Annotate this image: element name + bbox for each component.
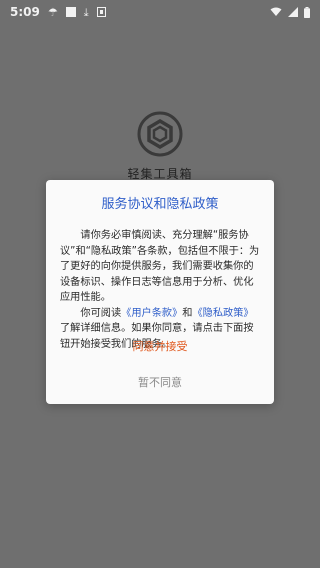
privacy-dialog: 服务协议和隐私政策 请你务必审慎阅读、充分理解“服务协议”和“隐私政策”各条款，… [46, 180, 274, 404]
umbrella-icon: ☂ [47, 5, 58, 19]
battery-icon [304, 6, 310, 18]
notification-square-icon [65, 7, 76, 17]
p2-and-text: 和 [182, 307, 193, 319]
user-terms-link[interactable]: 《用户条款》 [121, 308, 182, 319]
dialog-paragraph-1: 请你务必审慎阅读、充分理解“服务协议”和“隐私政策”各条款，包括但不限于：为了更… [60, 230, 260, 303]
download-icon: ⤓ [83, 5, 89, 19]
dialog-title: 服务协议和隐私政策 [101, 197, 219, 212]
disagree-button[interactable]: 暂不同意 [46, 374, 274, 390]
status-time: 5:09 [10, 5, 40, 19]
p2-before-text: 你可阅读 [80, 307, 122, 319]
app-logo-icon [137, 111, 183, 157]
notification-app-icon [96, 7, 106, 17]
wifi-icon [270, 7, 282, 16]
status-bar: 5:09 ☂ ⤓ [0, 0, 320, 24]
agree-button[interactable]: 同意并接受 [46, 338, 274, 354]
dialog-body: 请你务必审慎阅读、充分理解“服务协议”和“隐私政策”各条款，包括但不限于：为了更… [60, 228, 260, 352]
privacy-policy-link[interactable]: 《隐私政策》 [192, 308, 253, 319]
signal-icon [288, 7, 298, 17]
